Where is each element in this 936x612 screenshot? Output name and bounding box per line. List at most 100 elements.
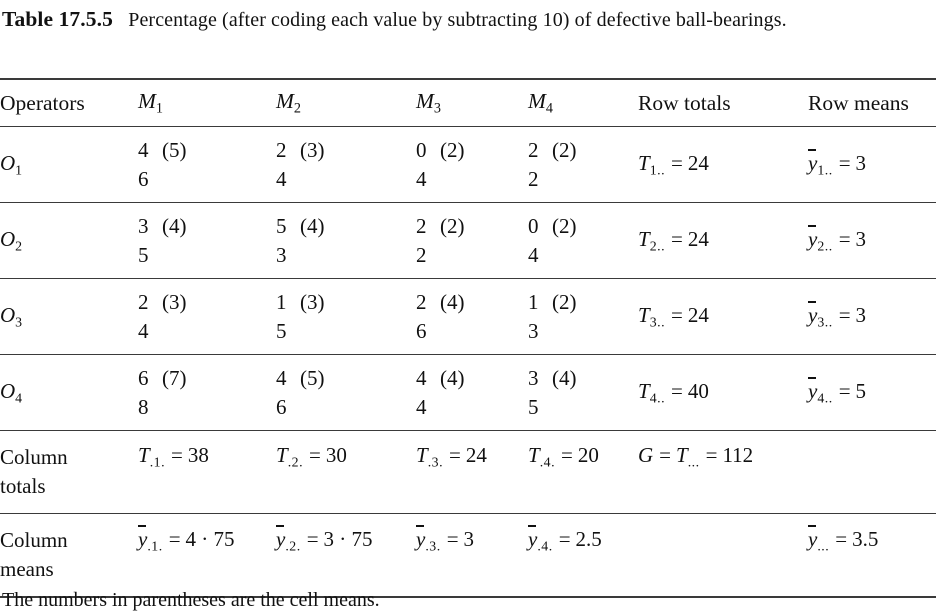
cell-o4-m2: 4 (5) 6 (276, 354, 416, 431)
cell-mean: (5) (162, 137, 187, 162)
column-mean-symbol: y (416, 525, 426, 551)
row-label-subscript: 3 (15, 314, 23, 330)
column-means-empty (638, 513, 808, 597)
cell-value-1: 2 (528, 137, 539, 162)
row-label-o3: O3 (0, 278, 138, 355)
equals-sign: = (705, 443, 718, 467)
cell-value-1: 6 (138, 365, 149, 390)
column-means-label-line2: means (0, 557, 54, 581)
cell-o4-m3: 4 (4) 4 (416, 354, 528, 431)
cell-mean: (3) (162, 289, 187, 314)
row-total-value: 24 (687, 150, 709, 175)
row-mean-subscript: 1.. (817, 162, 833, 178)
cell-value-2: 5 (528, 394, 539, 419)
cell-o2-m2: 5 (4) 3 (276, 202, 416, 279)
row-label-subscript: 1 (15, 162, 23, 178)
column-total-m4: T.4. = 20 (528, 430, 638, 514)
cell-value-1: 3 (528, 365, 539, 390)
cell-value-2: 3 (528, 318, 539, 343)
cell-o2-m4: 0 (2) 4 (528, 202, 638, 279)
row-label-symbol: O (0, 226, 16, 251)
row-mean-subscript: 2.. (817, 238, 833, 254)
row-mean-o3: y3.. = 3 (808, 278, 936, 355)
grand-total-t-symbol: T (676, 443, 688, 467)
column-mean-m1: y.1. = 4 · 75 (138, 513, 276, 597)
equals-sign: = (838, 303, 851, 328)
grand-total: G = T... = 112 (638, 430, 808, 514)
cell-value-2: 8 (138, 394, 149, 419)
cell-value-2: 5 (276, 318, 287, 343)
header-m2-subscript: 2 (293, 100, 302, 117)
row-total-o1: T1.. = 24 (638, 126, 808, 203)
header-m1-symbol: M (138, 89, 156, 114)
column-totals-label-line2: totals (0, 474, 46, 498)
row-total-value: 40 (687, 378, 709, 403)
header-m2: M2 (276, 78, 416, 127)
cell-o1-m2: 2 (3) 4 (276, 126, 416, 203)
equals-sign: = (671, 302, 683, 327)
column-total-symbol: T (528, 443, 540, 467)
cell-mean: (4) (552, 365, 577, 390)
cell-value-2: 2 (528, 166, 539, 191)
column-mean-value: 2.5 (575, 527, 602, 551)
column-total-value: 30 (325, 443, 347, 467)
equals-sign: = (838, 227, 851, 252)
cell-mean: (4) (440, 289, 465, 314)
caption-label: Table 17.5.5 (2, 7, 113, 31)
equals-sign: = (446, 527, 459, 551)
row-mean-subscript: 4.. (817, 390, 833, 406)
row-mean-value: 3 (855, 227, 867, 252)
grand-mean: y... = 3.5 (808, 513, 936, 597)
column-totals-row: Column totals T.1. = 38 T.2. = 30 T.3. = 24 T.4… (0, 430, 936, 514)
anova-data-table: Operators M1 M2 M3 M4 Row totals Row mea… (0, 78, 936, 599)
row-total-subscript: 3.. (649, 314, 666, 330)
cell-value-1: 4 (416, 365, 427, 390)
cell-o2-m3: 2 (2) 2 (416, 202, 528, 279)
row-total-symbol: T (638, 150, 650, 175)
cell-value-1: 4 (276, 365, 287, 390)
header-m4: M4 (528, 78, 638, 127)
table-page: Table 17.5.5 Percentage (after coding ea… (0, 0, 936, 611)
equals-sign: = (671, 150, 683, 175)
table-caption: Table 17.5.5 Percentage (after coding ea… (2, 4, 934, 35)
row-mean-o1: y1.. = 3 (808, 126, 936, 203)
row-total-subscript: 1.. (649, 162, 666, 178)
cell-mean: (7) (162, 365, 187, 390)
column-totals-label: Column totals (0, 430, 138, 514)
equals-sign: = (306, 527, 319, 551)
row-total-value: 24 (687, 226, 709, 251)
row-label-subscript: 2 (15, 238, 23, 254)
equals-sign: = (671, 378, 683, 403)
column-mean-symbol: y (276, 525, 286, 551)
column-means-label-line1: Column (0, 528, 68, 552)
column-totals-label-line1: Column (0, 445, 68, 469)
cell-o4-m1: 6 (7) 8 (138, 354, 276, 431)
cell-o1-m3: 0 (2) 4 (416, 126, 528, 203)
column-total-subscript: .3. (427, 454, 444, 470)
row-mean-subscript: 3.. (817, 314, 833, 330)
row-label-o1: O1 (0, 126, 138, 203)
grand-total-g-symbol: G (638, 443, 654, 467)
header-m4-symbol: M (528, 89, 546, 114)
cell-o3-m3: 2 (4) 6 (416, 278, 528, 355)
grand-total-subscript: ... (687, 454, 700, 470)
equals-sign: = (838, 151, 851, 176)
row-mean-value: 5 (855, 379, 867, 404)
table-row: O3 2 (3) 4 1 (3) 5 2 (4) 6 1 (2) 3 T3.. = 24 y3.. =… (0, 278, 936, 355)
row-label-subscript: 4 (15, 390, 23, 406)
row-total-o4: T4.. = 40 (638, 354, 808, 431)
cell-mean: (3) (300, 137, 325, 162)
cell-o1-m4: 2 (2) 2 (528, 126, 638, 203)
cell-o4-m4: 3 (4) 5 (528, 354, 638, 431)
column-total-symbol: T (416, 443, 428, 467)
cell-o3-m1: 2 (3) 4 (138, 278, 276, 355)
cell-value-2: 6 (416, 318, 427, 343)
row-mean-symbol: y (808, 377, 818, 404)
header-m4-subscript: 4 (545, 100, 554, 117)
column-mean-m4: y.4. = 2.5 (528, 513, 638, 597)
cell-value-1: 4 (138, 137, 149, 162)
cell-value-1: 0 (528, 213, 539, 238)
cell-value-2: 4 (416, 166, 427, 191)
cell-value-2: 5 (138, 242, 149, 267)
cell-o3-m2: 1 (3) 5 (276, 278, 416, 355)
